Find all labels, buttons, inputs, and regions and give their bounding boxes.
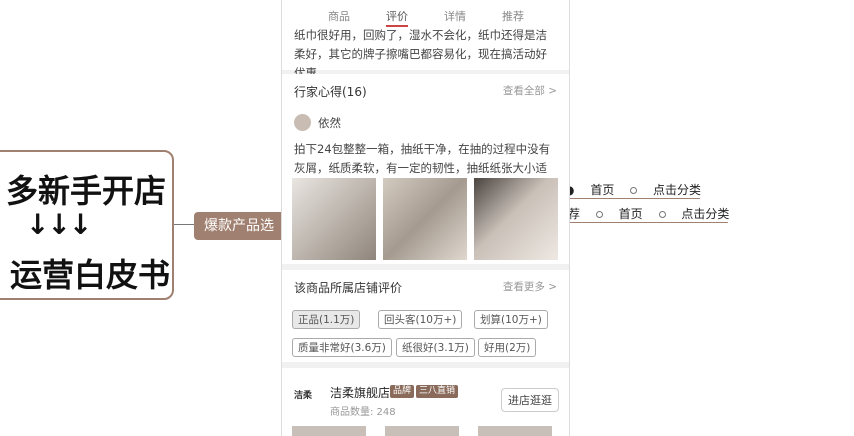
review-tag[interactable]: 好用(2万) (478, 338, 537, 357)
brand-badge: 品牌 (390, 385, 415, 398)
nav-separator (658, 211, 666, 218)
nav-category-link[interactable]: 点击分类 (653, 183, 701, 197)
mindmap-child-node[interactable]: 爆款产品选 (194, 212, 286, 240)
review-photo[interactable] (383, 178, 467, 260)
tab-product[interactable]: 商品 (328, 8, 350, 24)
enter-store-button[interactable]: 进店逛逛 (501, 388, 559, 412)
tab-recommend[interactable]: 推荐 (502, 8, 524, 24)
store-product-count: 商品数量: 248 (330, 407, 396, 418)
nav-category-link-2[interactable]: 点击分类 (681, 207, 729, 221)
store-product-thumb[interactable] (478, 426, 552, 436)
review-tabs-card: 商品 评价 详情 推荐 纸巾很好用，回购了，湿水不会化，纸巾还得是洁柔好，其它的… (282, 0, 569, 80)
store-logo: 洁柔 (294, 391, 313, 401)
store-badge: 三八直销 (416, 385, 459, 398)
root-arrows: ↓↓↓ (26, 208, 92, 241)
root-title-line3: 运营白皮书 (10, 256, 171, 294)
reviewer-name: 依然 (318, 116, 341, 130)
nav-home-link-2[interactable]: 首页 (619, 207, 643, 221)
shop-reviews-card: 该商品所属店铺评价 查看更多 > 正品(1.1万) 回头客(10万+) 划算(1… (282, 270, 569, 362)
review-photo[interactable] (474, 178, 558, 260)
expert-section-title: 行家心得(16) (294, 85, 367, 99)
nav-separator (630, 187, 638, 194)
review-tag[interactable]: 回头客(10万+) (378, 310, 463, 329)
nav-underline (548, 222, 728, 223)
expert-view-all-link[interactable]: 查看全部 > (503, 83, 557, 98)
expert-review-card: 行家心得(16) 查看全部 > 依然 拍下24包整整一箱，抽纸干净，在抽的过程中… (282, 74, 569, 264)
store-name[interactable]: 洁柔旗舰店 (330, 384, 390, 401)
review-tag[interactable]: 纸很好(3.1万) (396, 338, 475, 357)
nav-row-1: ● 首页 点击分类 (564, 181, 701, 198)
nav-row-2: 推荐 首页 点击分类 (556, 205, 729, 222)
nav-separator (595, 211, 603, 218)
store-product-thumb[interactable] (385, 426, 459, 436)
shop-reviews-more-link[interactable]: 查看更多 > (503, 279, 557, 294)
phone-preview: 商品 评价 详情 推荐 纸巾很好用，回购了，湿水不会化，纸巾还得是洁柔好，其它的… (281, 0, 570, 436)
tab-reviews[interactable]: 评价 (386, 8, 408, 24)
review-photo[interactable] (292, 178, 376, 260)
shop-reviews-title: 该商品所属店铺评价 (294, 281, 403, 295)
mindmap-root-node[interactable]: 多新手开店 ↓↓↓ 运营白皮书 (0, 150, 174, 300)
mindmap-connector (174, 224, 194, 225)
avatar (294, 114, 311, 131)
store-card: 洁柔 洁柔旗舰店 品牌 三八直销 商品数量: 248 进店逛逛 (282, 368, 569, 436)
tab-details[interactable]: 详情 (444, 8, 466, 24)
review-tag[interactable]: 划算(10万+) (474, 310, 548, 329)
root-title-line1: 多新手开店 (6, 172, 167, 210)
store-product-thumb[interactable] (292, 426, 366, 436)
review-tag[interactable]: 质量非常好(3.6万) (292, 338, 392, 357)
nav-underline (560, 198, 700, 199)
nav-home-link[interactable]: 首页 (590, 183, 614, 197)
review-tag[interactable]: 正品(1.1万) (292, 310, 361, 329)
